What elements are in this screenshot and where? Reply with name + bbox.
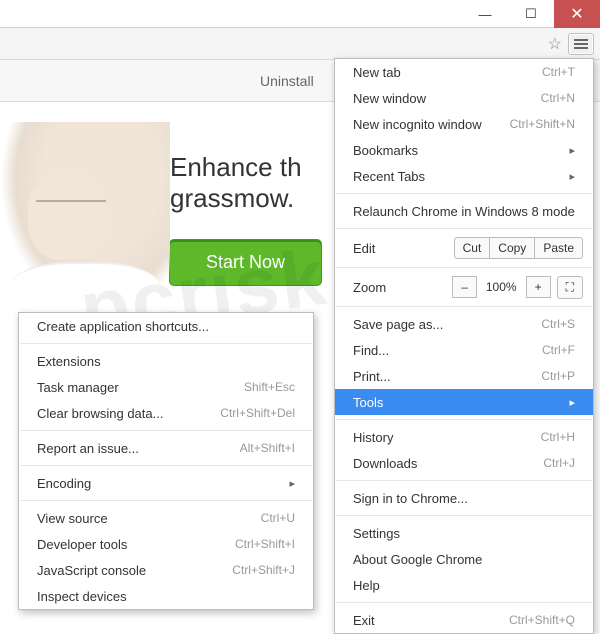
zoom-percent: 100% — [476, 280, 527, 294]
start-now-button[interactable]: Start Now — [170, 240, 321, 285]
submenu-task-manager[interactable]: Task managerShift+Esc — [19, 374, 313, 400]
bookmark-star-icon[interactable]: ☆ — [548, 34, 562, 54]
fullscreen-button[interactable]: ⛶ — [557, 276, 583, 299]
hamburger-icon — [574, 43, 588, 45]
menu-relaunch-win8[interactable]: Relaunch Chrome in Windows 8 mode — [335, 198, 593, 224]
menu-history[interactable]: HistoryCtrl+H — [335, 424, 593, 450]
menu-exit[interactable]: ExitCtrl+Shift+Q — [335, 607, 593, 633]
submenu-inspect-devices[interactable]: Inspect devices — [19, 583, 313, 609]
menu-separator — [20, 430, 312, 431]
menu-settings[interactable]: Settings — [335, 520, 593, 546]
minimize-button[interactable]: — — [462, 0, 508, 28]
hero-copy: Enhance th grassmow. Start Now — [170, 122, 321, 312]
zoom-in-button[interactable]: + — [526, 276, 551, 298]
submenu-create-shortcuts[interactable]: Create application shortcuts... — [19, 313, 313, 339]
menu-downloads[interactable]: DownloadsCtrl+J — [335, 450, 593, 476]
menu-print[interactable]: Print...Ctrl+P — [335, 363, 593, 389]
submenu-clear-data[interactable]: Clear browsing data...Ctrl+Shift+Del — [19, 400, 313, 426]
submenu-extensions[interactable]: Extensions — [19, 348, 313, 374]
hero-image — [0, 122, 170, 312]
headline-1: Enhance th — [170, 152, 321, 183]
menu-separator — [20, 500, 312, 501]
edit-paste-button[interactable]: Paste — [534, 237, 583, 259]
edit-cut-button[interactable]: Cut — [454, 237, 491, 259]
menu-separator — [336, 515, 592, 516]
menu-separator — [336, 228, 592, 229]
menu-signin[interactable]: Sign in to Chrome... — [335, 485, 593, 511]
close-button[interactable]: ✕ — [554, 0, 600, 28]
menu-find[interactable]: Find...Ctrl+F — [335, 337, 593, 363]
menu-about[interactable]: About Google Chrome — [335, 546, 593, 572]
uninstall-link[interactable]: Uninstall — [260, 73, 314, 89]
menu-save-page[interactable]: Save page as...Ctrl+S — [335, 311, 593, 337]
menu-zoom-label: Zoom — [353, 280, 386, 295]
menu-separator — [20, 465, 312, 466]
submenu-js-console[interactable]: JavaScript consoleCtrl+Shift+J — [19, 557, 313, 583]
menu-separator — [336, 267, 592, 268]
menu-separator — [336, 480, 592, 481]
menu-new-window[interactable]: New windowCtrl+N — [335, 85, 593, 111]
menu-zoom-row: Zoom – 100% + ⛶ — [335, 272, 593, 302]
zoom-out-button[interactable]: – — [452, 276, 477, 298]
tools-submenu: Create application shortcuts... Extensio… — [18, 312, 314, 610]
menu-separator — [20, 343, 312, 344]
edit-copy-button[interactable]: Copy — [489, 237, 535, 259]
chrome-menu-button[interactable] — [568, 33, 594, 55]
menu-recent-tabs[interactable]: Recent Tabs — [335, 163, 593, 189]
menu-edit-row: Edit Cut Copy Paste — [335, 233, 593, 263]
window-titlebar: — ☐ ✕ — [0, 0, 600, 28]
menu-separator — [336, 306, 592, 307]
menu-new-tab[interactable]: New tabCtrl+T — [335, 59, 593, 85]
menu-tools[interactable]: Tools — [335, 389, 593, 415]
submenu-view-source[interactable]: View sourceCtrl+U — [19, 505, 313, 531]
toolbar: ☆ — [0, 28, 600, 60]
menu-separator — [336, 419, 592, 420]
maximize-button[interactable]: ☐ — [508, 0, 554, 28]
menu-edit-label: Edit — [353, 241, 375, 256]
headline-2: grassmow. — [170, 183, 321, 214]
submenu-report-issue[interactable]: Report an issue...Alt+Shift+I — [19, 435, 313, 461]
submenu-encoding[interactable]: Encoding — [19, 470, 313, 496]
chrome-main-menu: New tabCtrl+T New windowCtrl+N New incog… — [334, 58, 594, 634]
submenu-dev-tools[interactable]: Developer toolsCtrl+Shift+I — [19, 531, 313, 557]
menu-bookmarks[interactable]: Bookmarks — [335, 137, 593, 163]
menu-separator — [336, 193, 592, 194]
menu-help[interactable]: Help — [335, 572, 593, 598]
menu-separator — [336, 602, 592, 603]
menu-incognito[interactable]: New incognito windowCtrl+Shift+N — [335, 111, 593, 137]
